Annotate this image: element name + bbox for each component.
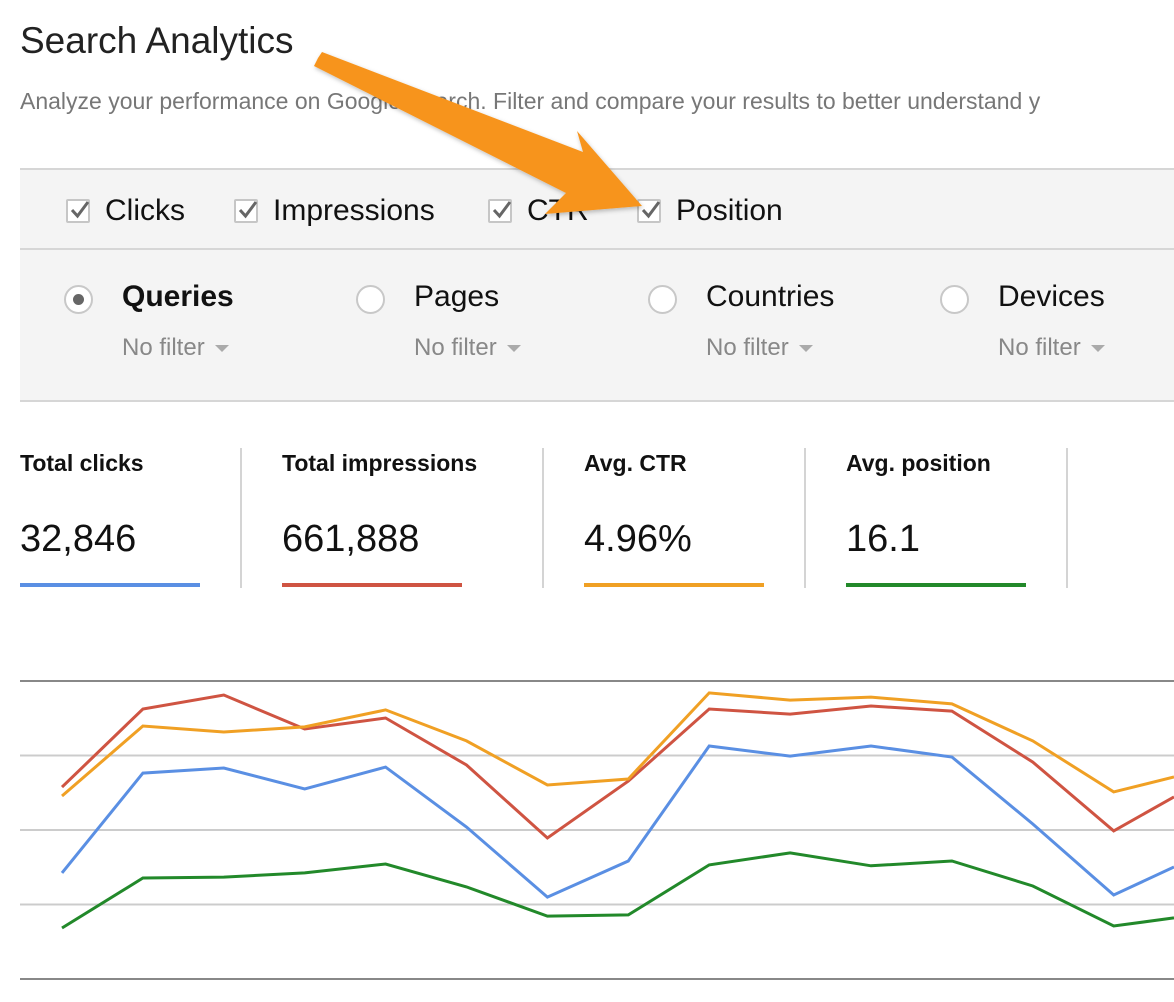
series-color-bar xyxy=(20,583,200,587)
metric-checkbox-position[interactable]: Position xyxy=(637,194,783,228)
series-color-bar xyxy=(846,583,1026,587)
caret-down-icon xyxy=(798,344,813,352)
page-subtitle: Analyze your performance on Google Searc… xyxy=(20,88,1041,114)
checkbox-checked-icon[interactable] xyxy=(234,199,258,223)
total-value: 4.96% xyxy=(584,518,692,560)
metric-label: Position xyxy=(676,194,783,227)
radio-unselected-icon[interactable] xyxy=(648,285,677,314)
total-card-position[interactable]: Avg. position 16.1 xyxy=(846,448,1086,588)
dimension-label: Queries xyxy=(122,280,234,313)
dimension-label: Devices xyxy=(998,280,1105,313)
checkbox-checked-icon[interactable] xyxy=(488,199,512,223)
performance-line-chart[interactable] xyxy=(0,660,1174,1002)
filter-value: No filter xyxy=(706,334,789,361)
filter-dropdown[interactable]: No filter xyxy=(122,334,229,362)
dimension-label: Countries xyxy=(706,280,835,313)
metric-checkbox-clicks[interactable]: Clicks xyxy=(66,194,185,228)
metric-checkbox-ctr[interactable]: CTR xyxy=(488,194,589,228)
series-color-bar xyxy=(282,583,462,587)
total-card-clicks[interactable]: Total clicks 32,846 xyxy=(20,448,260,588)
page-title: Search Analytics xyxy=(20,20,294,61)
filter-dropdown[interactable]: No filter xyxy=(998,334,1105,362)
metric-toggle-bar: Clicks Impressions CTR Position xyxy=(20,168,1174,250)
total-title: Total clicks xyxy=(20,450,144,476)
filter-value: No filter xyxy=(414,334,497,361)
checkbox-checked-icon[interactable] xyxy=(66,199,90,223)
divider xyxy=(240,448,242,588)
filter-dropdown[interactable]: No filter xyxy=(414,334,521,362)
totals-row: Total clicks 32,846 Total impressions 66… xyxy=(20,448,1174,588)
series-line-clicks[interactable] xyxy=(60,744,1174,899)
caret-down-icon xyxy=(1090,344,1105,352)
total-title: Avg. position xyxy=(846,450,991,476)
radio-unselected-icon[interactable] xyxy=(940,285,969,314)
dimension-label: Pages xyxy=(414,280,500,313)
divider xyxy=(542,448,544,588)
filter-value: No filter xyxy=(998,334,1081,361)
series-line-impressions[interactable] xyxy=(60,693,1174,840)
total-value: 16.1 xyxy=(846,518,920,560)
divider xyxy=(804,448,806,588)
caret-down-icon xyxy=(506,344,521,352)
caret-down-icon xyxy=(214,344,229,352)
metric-label: CTR xyxy=(527,194,589,227)
total-value: 32,846 xyxy=(20,518,137,560)
total-title: Avg. CTR xyxy=(584,450,687,476)
divider xyxy=(1066,448,1068,588)
metric-label: Impressions xyxy=(273,194,435,227)
filter-dropdown[interactable]: No filter xyxy=(706,334,813,362)
filter-value: No filter xyxy=(122,334,205,361)
series-color-bar xyxy=(584,583,764,587)
checkbox-checked-icon[interactable] xyxy=(637,199,661,223)
radio-unselected-icon[interactable] xyxy=(356,285,385,314)
metric-label: Clicks xyxy=(105,194,185,227)
total-card-impressions[interactable]: Total impressions 661,888 xyxy=(282,448,522,588)
metric-checkbox-impressions[interactable]: Impressions xyxy=(234,194,435,228)
total-value: 661,888 xyxy=(282,518,420,560)
total-card-ctr[interactable]: Avg. CTR 4.96% xyxy=(584,448,824,588)
radio-selected-icon[interactable] xyxy=(64,285,93,314)
dimension-selector-bar: Queries No filter Pages No filter Countr… xyxy=(20,250,1174,402)
total-title: Total impressions xyxy=(282,450,478,476)
